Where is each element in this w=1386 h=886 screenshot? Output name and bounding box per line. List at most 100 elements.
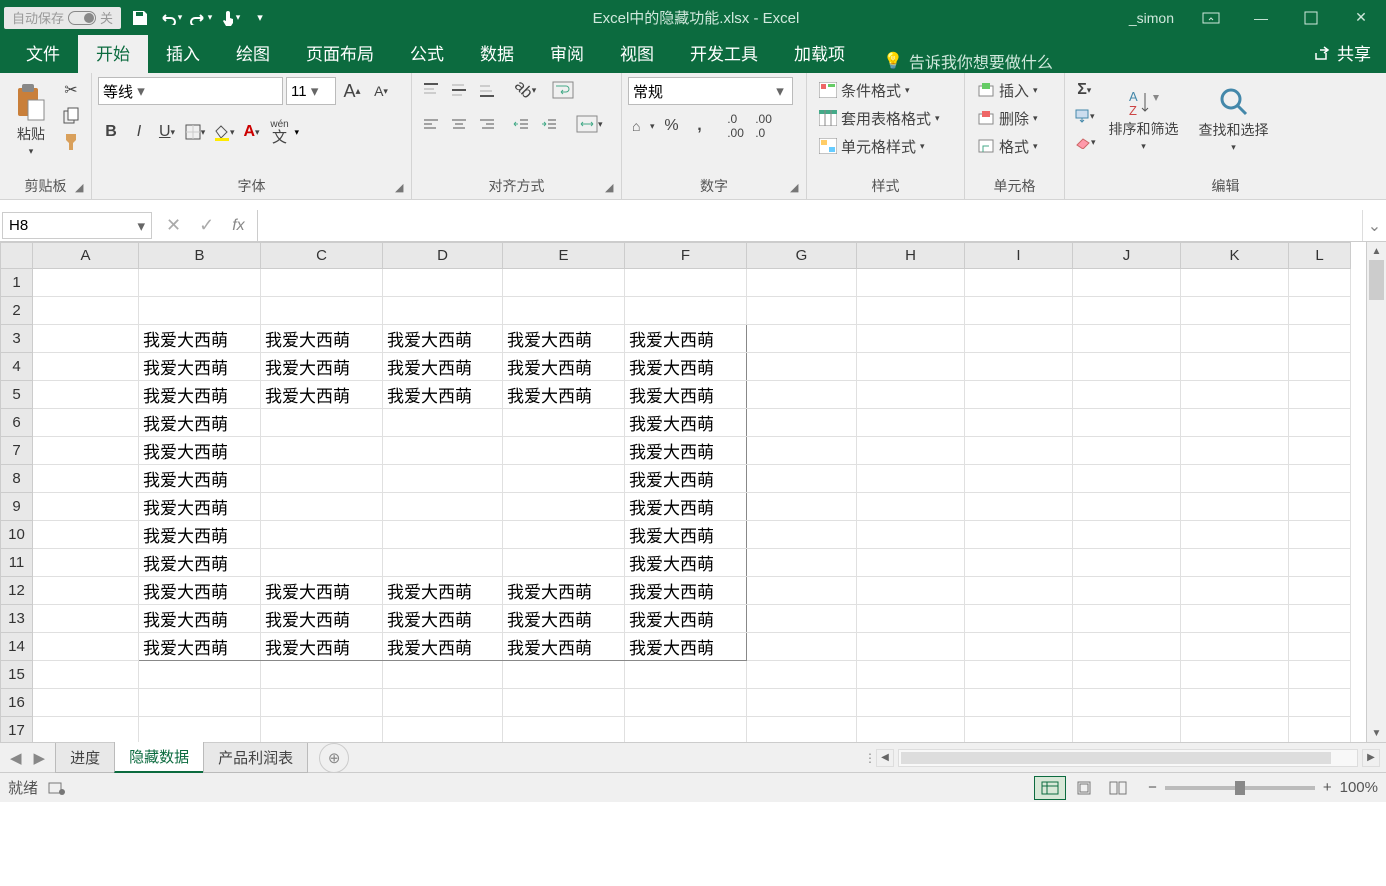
share-button[interactable]: 共享 <box>1299 32 1386 73</box>
grid[interactable]: ABCDEFGHIJKL123我爱大西萌我爱大西萌我爱大西萌我爱大西萌我爱大西萌… <box>0 242 1351 742</box>
cell-E6[interactable] <box>503 409 625 437</box>
col-header-B[interactable]: B <box>139 243 261 269</box>
col-header-C[interactable]: C <box>261 243 383 269</box>
cell-I7[interactable] <box>965 437 1073 465</box>
zoom-level[interactable]: 100% <box>1340 779 1378 796</box>
cell-B12[interactable]: 我爱大西萌 <box>139 577 261 605</box>
cell-L7[interactable] <box>1289 437 1351 465</box>
cell-B14[interactable]: 我爱大西萌 <box>139 633 261 661</box>
increase-indent-button[interactable] <box>536 111 562 137</box>
cell-K11[interactable] <box>1181 549 1289 577</box>
sort-filter-button[interactable]: AZ 排序和筛选▾ <box>1100 77 1188 161</box>
sheet-tab-progress[interactable]: 进度 <box>55 743 115 773</box>
cell-G8[interactable] <box>747 465 857 493</box>
cell-F15[interactable] <box>625 661 747 689</box>
paste-button[interactable]: 粘贴 ▾ <box>6 77 56 161</box>
cell-J4[interactable] <box>1073 353 1181 381</box>
cell-B9[interactable]: 我爱大西萌 <box>139 493 261 521</box>
fill-color-button[interactable]: ▾ <box>210 119 237 145</box>
cell-B16[interactable] <box>139 689 261 717</box>
cell-C4[interactable]: 我爱大西萌 <box>261 353 383 381</box>
row-header-3[interactable]: 3 <box>1 325 33 353</box>
cell-H2[interactable] <box>857 297 965 325</box>
cell-F16[interactable] <box>625 689 747 717</box>
expand-formula-bar[interactable]: ⌄ <box>1362 210 1386 241</box>
cell-D17[interactable] <box>383 717 503 743</box>
tab-layout[interactable]: 页面布局 <box>288 32 392 73</box>
cell-C10[interactable] <box>261 521 383 549</box>
row-header-10[interactable]: 10 <box>1 521 33 549</box>
cell-J15[interactable] <box>1073 661 1181 689</box>
decrease-indent-button[interactable] <box>508 111 534 137</box>
align-center-button[interactable] <box>446 111 472 137</box>
scroll-up-icon[interactable]: ▲ <box>1367 242 1386 260</box>
cell-L8[interactable] <box>1289 465 1351 493</box>
cell-F12[interactable]: 我爱大西萌 <box>625 577 747 605</box>
user-name[interactable]: _simon <box>1117 10 1186 26</box>
cell-E2[interactable] <box>503 297 625 325</box>
cell-D2[interactable] <box>383 297 503 325</box>
sheet-nav-next[interactable]: ▶ <box>34 749 46 767</box>
autosave-toggle[interactable]: 自动保存 关 <box>4 7 121 29</box>
scroll-down-icon[interactable]: ▼ <box>1367 724 1386 742</box>
cell-B3[interactable]: 我爱大西萌 <box>139 325 261 353</box>
cell-K1[interactable] <box>1181 269 1289 297</box>
cell-G11[interactable] <box>747 549 857 577</box>
cell-C2[interactable] <box>261 297 383 325</box>
cell-C15[interactable] <box>261 661 383 689</box>
row-header-2[interactable]: 2 <box>1 297 33 325</box>
cell-K8[interactable] <box>1181 465 1289 493</box>
format-cells-button[interactable]: 格式▾ <box>971 133 1044 159</box>
hscroll-thumb[interactable] <box>901 752 1331 764</box>
cell-K14[interactable] <box>1181 633 1289 661</box>
cell-I5[interactable] <box>965 381 1073 409</box>
cell-D5[interactable]: 我爱大西萌 <box>383 381 503 409</box>
cell-B11[interactable]: 我爱大西萌 <box>139 549 261 577</box>
cell-B2[interactable] <box>139 297 261 325</box>
cell-J6[interactable] <box>1073 409 1181 437</box>
number-dialog-launcher[interactable]: ◢ <box>790 181 804 195</box>
cell-C5[interactable]: 我爱大西萌 <box>261 381 383 409</box>
col-header-D[interactable]: D <box>383 243 503 269</box>
cell-B7[interactable]: 我爱大西萌 <box>139 437 261 465</box>
tab-file[interactable]: 文件 <box>8 32 78 73</box>
cell-I8[interactable] <box>965 465 1073 493</box>
cell-L12[interactable] <box>1289 577 1351 605</box>
select-all[interactable] <box>1 243 33 269</box>
cell-G15[interactable] <box>747 661 857 689</box>
cell-I10[interactable] <box>965 521 1073 549</box>
cell-F9[interactable]: 我爱大西萌 <box>625 493 747 521</box>
cell-G2[interactable] <box>747 297 857 325</box>
accounting-format-button[interactable]: ⌂▾ <box>628 113 657 139</box>
cell-C1[interactable] <box>261 269 383 297</box>
cell-C12[interactable]: 我爱大西萌 <box>261 577 383 605</box>
comma-button[interactable]: , <box>687 113 713 139</box>
find-select-button[interactable]: 查找和选择▾ <box>1190 77 1278 161</box>
cell-K10[interactable] <box>1181 521 1289 549</box>
cell-E5[interactable]: 我爱大西萌 <box>503 381 625 409</box>
cell-H7[interactable] <box>857 437 965 465</box>
cell-I1[interactable] <box>965 269 1073 297</box>
chevron-down-icon[interactable]: ▾ <box>137 217 145 235</box>
cell-L10[interactable] <box>1289 521 1351 549</box>
tab-data[interactable]: 数据 <box>462 32 532 73</box>
cell-L15[interactable] <box>1289 661 1351 689</box>
close-button[interactable]: ✕ <box>1336 0 1386 35</box>
cell-K13[interactable] <box>1181 605 1289 633</box>
cell-E8[interactable] <box>503 465 625 493</box>
hscroll-right[interactable]: ▶ <box>1362 749 1380 767</box>
cell-C6[interactable] <box>261 409 383 437</box>
cell-H17[interactable] <box>857 717 965 743</box>
cell-J11[interactable] <box>1073 549 1181 577</box>
cell-B4[interactable]: 我爱大西萌 <box>139 353 261 381</box>
tab-draw[interactable]: 绘图 <box>218 32 288 73</box>
cell-L14[interactable] <box>1289 633 1351 661</box>
tab-developer[interactable]: 开发工具 <box>672 32 776 73</box>
cell-D4[interactable]: 我爱大西萌 <box>383 353 503 381</box>
col-header-G[interactable]: G <box>747 243 857 269</box>
cell-J12[interactable] <box>1073 577 1181 605</box>
merge-button[interactable]: ▾ <box>574 111 605 137</box>
clipboard-dialog-launcher[interactable]: ◢ <box>75 181 89 195</box>
page-layout-view-button[interactable] <box>1068 776 1100 800</box>
sheet-tab-hidden-data[interactable]: 隐藏数据 <box>114 742 204 773</box>
